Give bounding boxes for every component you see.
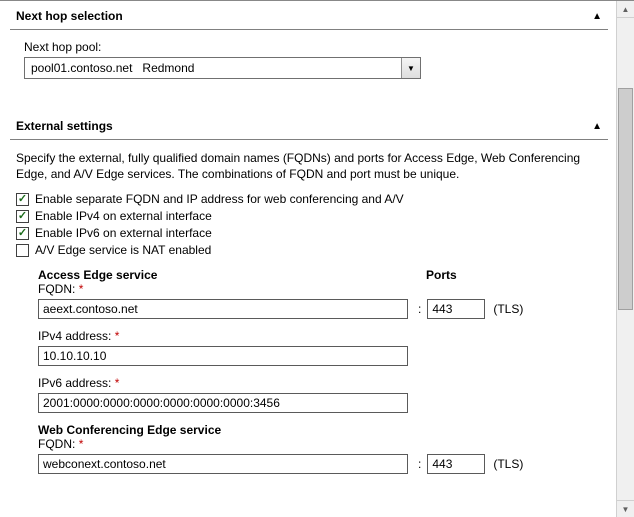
section-header-external[interactable]: External settings ▲	[10, 115, 608, 140]
edge-services-block: Access Edge service Ports FQDN: * : (TLS…	[38, 260, 602, 474]
access-edge-title: Access Edge service	[38, 268, 426, 282]
access-edge-ipv4-label: IPv4 address: *	[38, 329, 602, 343]
section-title-external: External settings	[16, 119, 113, 133]
web-conf-proto-label: (TLS)	[493, 457, 523, 471]
content-area: Next hop selection ▲ Next hop pool: pool…	[0, 1, 617, 517]
scroll-up-icon[interactable]: ▲	[617, 1, 634, 18]
checkbox-label: Enable separate FQDN and IP address for …	[35, 192, 404, 206]
checkbox-nat-enabled[interactable]: A/V Edge service is NAT enabled	[16, 243, 602, 257]
access-edge-ipv6-input[interactable]	[38, 393, 408, 413]
checkbox-label: A/V Edge service is NAT enabled	[35, 243, 211, 257]
checkbox-icon[interactable]: ✓	[16, 227, 29, 240]
access-edge-proto-label: (TLS)	[493, 302, 523, 316]
web-conf-title: Web Conferencing Edge service	[38, 423, 602, 437]
web-conf-fqdn-label: FQDN: *	[38, 437, 602, 451]
checkbox-separate-fqdn[interactable]: ✓ Enable separate FQDN and IP address fo…	[16, 192, 602, 206]
next-hop-pool-value: pool01.contoso.net Redmond	[25, 58, 401, 78]
checkbox-icon[interactable]	[16, 244, 29, 257]
access-edge-fqdn-label: FQDN: *	[38, 282, 602, 296]
scroll-down-icon[interactable]: ▼	[617, 500, 634, 517]
section-title-next-hop: Next hop selection	[16, 9, 123, 23]
collapse-icon: ▲	[592, 11, 602, 22]
ports-column-label: Ports	[426, 268, 457, 282]
checkbox-icon[interactable]: ✓	[16, 193, 29, 206]
access-edge-ipv4-input[interactable]	[38, 346, 408, 366]
section-body-next-hop: Next hop pool: pool01.contoso.net Redmon…	[2, 30, 616, 111]
access-edge-ipv6-label: IPv6 address: *	[38, 376, 602, 390]
scroll-track[interactable]	[617, 18, 634, 500]
separator-colon: :	[418, 457, 421, 471]
external-description: Specify the external, fully qualified do…	[16, 150, 602, 182]
dialog-viewport: Next hop selection ▲ Next hop pool: pool…	[0, 0, 634, 517]
checkbox-ipv4-external[interactable]: ✓ Enable IPv4 on external interface	[16, 209, 602, 223]
section-body-external: Specify the external, fully qualified do…	[2, 140, 616, 478]
web-conf-port-input[interactable]	[427, 454, 485, 474]
checkbox-ipv6-external[interactable]: ✓ Enable IPv6 on external interface	[16, 226, 602, 240]
checkbox-icon[interactable]: ✓	[16, 210, 29, 223]
section-header-next-hop[interactable]: Next hop selection ▲	[10, 5, 608, 30]
dropdown-arrow-icon[interactable]: ▼	[401, 58, 420, 78]
web-conf-fqdn-input[interactable]	[38, 454, 408, 474]
scroll-thumb[interactable]	[618, 88, 633, 310]
checkbox-label: Enable IPv6 on external interface	[35, 226, 212, 240]
next-hop-pool-label: Next hop pool:	[24, 40, 602, 54]
access-edge-fqdn-input[interactable]	[38, 299, 408, 319]
separator-colon: :	[418, 302, 421, 316]
next-hop-pool-dropdown[interactable]: pool01.contoso.net Redmond ▼	[24, 57, 421, 79]
access-edge-port-input[interactable]	[427, 299, 485, 319]
checkbox-label: Enable IPv4 on external interface	[35, 209, 212, 223]
collapse-icon: ▲	[592, 121, 602, 132]
vertical-scrollbar[interactable]: ▲ ▼	[616, 1, 634, 517]
